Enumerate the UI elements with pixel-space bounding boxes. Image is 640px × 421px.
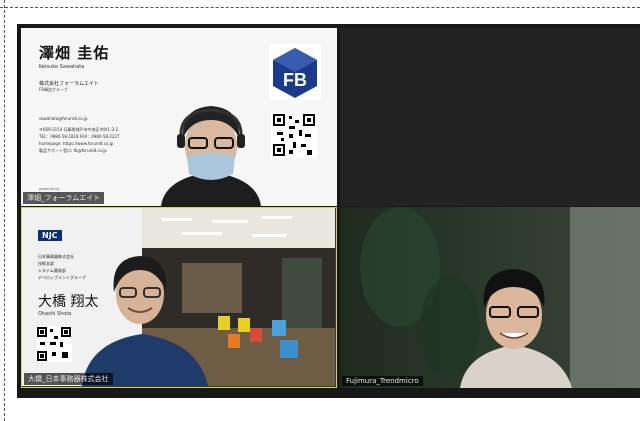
qr-code-icon (36, 326, 72, 362)
card-department: FB構造グループ (39, 87, 68, 92)
card-email: sawahata@forum8.co.jp (39, 116, 88, 121)
video-meeting-grid: 澤畑 圭佑 Keisuke Sawahata 株式会社フォーラムエイト FB構造… (17, 24, 640, 398)
participant-name-label: 澤畑_フォーラムエイト (23, 192, 105, 204)
participant-name-label: Fujimura_Trendmicro (342, 376, 423, 386)
card-name-jp: 大橋 翔太 (38, 294, 99, 310)
svg-text:FB: FB (283, 70, 307, 90)
participant-video-fujimura (340, 207, 640, 388)
participant-tile-sawahata[interactable]: 澤畑 圭佑 Keisuke Sawahata 株式会社フォーラムエイト FB構造… (21, 28, 337, 206)
card-org-line: 日本事務器株式会社 (38, 254, 74, 259)
participant-video-sawahata (161, 106, 261, 206)
participant-tile-ohashi[interactable]: NJC 日本事務器株式会社 技術本部 システム開発部 デベロップメントグループ … (21, 207, 337, 388)
participant-tile-fujimura[interactable]: Fujimura_Trendmicro (340, 207, 640, 388)
card-tel: TEL：0980-58-1818 FAX：0980-58-2227 (39, 134, 120, 139)
page-top-border (0, 0, 640, 8)
card-name-jp: 澤畑 圭佑 (39, 44, 110, 62)
fb-logo-icon: FB (269, 44, 321, 100)
virtual-background-business-card: 澤畑 圭佑 Keisuke Sawahata 株式会社フォーラムエイト FB構造… (21, 28, 337, 206)
card-support: 製品サポート窓口: fb@forum8.co.jp (39, 148, 107, 153)
card-homepage: homepage: https://www.forum8.co.jp (39, 141, 114, 146)
page-left-border (0, 0, 5, 421)
card-company: 株式会社フォーラムエイト (39, 81, 99, 87)
participant-name-label: 大橋_日本事務器株式会社 (24, 373, 113, 385)
card-address: 〒669-2154 兵庫県神戸市中央区中町1-3-2 (39, 127, 119, 132)
card-name-en: Keisuke Sawahata (39, 64, 85, 70)
participant-tile-empty (340, 28, 640, 206)
card-powered-by: powered by (39, 187, 60, 191)
card-org-line: 技術本部 (38, 261, 54, 266)
card-name-en: Ohashi Shota (38, 311, 72, 317)
njc-logo-icon: NJC (38, 230, 62, 241)
card-org-line: システム開発部 (38, 268, 66, 273)
card-org-line: デベロップメントグループ (38, 275, 86, 280)
qr-code-icon (271, 112, 317, 158)
